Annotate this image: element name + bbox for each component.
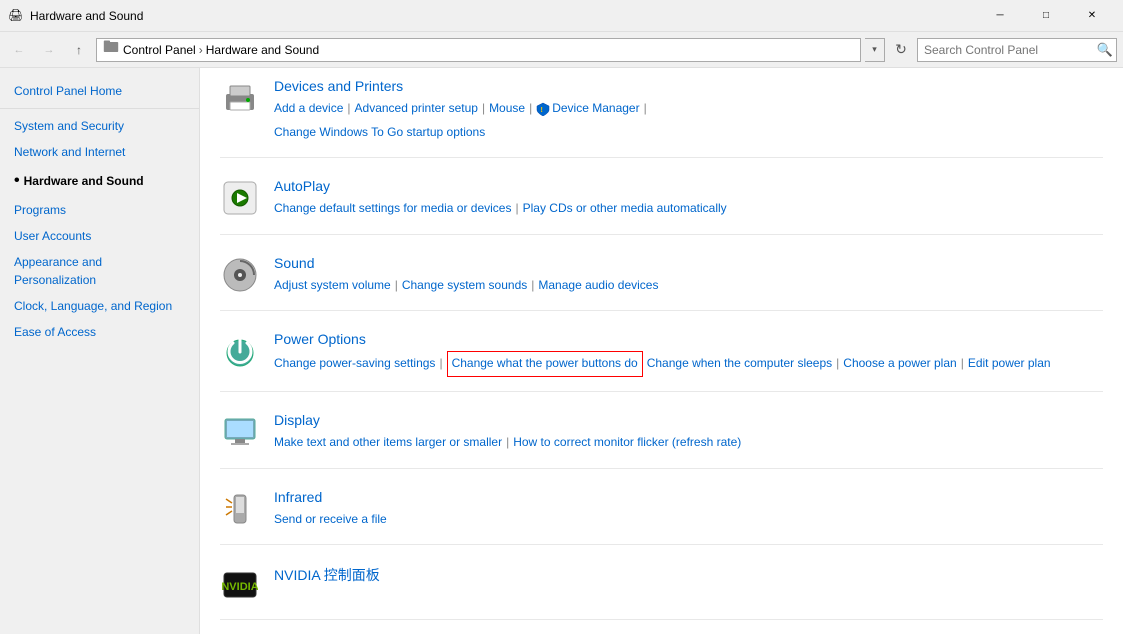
display-links: Make text and other items larger or smal…	[274, 432, 1103, 454]
manage-audio-devices-link[interactable]: Manage audio devices	[538, 275, 658, 297]
svg-text:!: !	[541, 107, 543, 114]
forward-button[interactable]: →	[36, 38, 62, 62]
play-cds-link[interactable]: Play CDs or other media automatically	[523, 198, 727, 220]
power-options-title[interactable]: Power Options	[274, 331, 1103, 347]
search-box[interactable]: 🔍	[917, 38, 1117, 62]
titlebar-controls: ─ □ ✕	[977, 0, 1115, 32]
devices-printers-links: Add a device | Advanced printer setup | …	[274, 98, 1103, 143]
address-box[interactable]: 🖿 Control Panel › Hardware and Sound	[96, 38, 861, 62]
autoplay-title[interactable]: AutoPlay	[274, 178, 1103, 194]
titlebar-icon: 🖨	[8, 8, 24, 24]
power-options-links: Change power-saving settings | Change wh…	[274, 351, 1103, 377]
sound-title[interactable]: Sound	[274, 255, 1103, 271]
content-area: Devices and Printers Add a device | Adva…	[200, 68, 1123, 634]
section-sound: Sound Adjust system volume | Change syst…	[220, 255, 1103, 312]
up-button[interactable]: ↑	[66, 38, 92, 62]
change-sleep-link[interactable]: Change when the computer sleeps	[647, 353, 832, 375]
sidebar-item-network-internet[interactable]: Network and Internet	[0, 139, 199, 165]
device-manager-link[interactable]: Device Manager	[552, 98, 639, 120]
address-control-panel[interactable]: Control Panel	[123, 43, 196, 57]
change-power-saving-link[interactable]: Change power-saving settings	[274, 353, 435, 375]
choose-power-plan-link[interactable]: Choose a power plan	[843, 353, 956, 375]
change-default-settings-link[interactable]: Change default settings for media or dev…	[274, 198, 511, 220]
power-options-body: Power Options Change power-saving settin…	[274, 331, 1103, 377]
nvidia-body: NVIDIA 控制面板	[274, 565, 1103, 589]
sidebar-item-control-panel-home[interactable]: Control Panel Home	[0, 78, 199, 104]
sidebar-item-appearance[interactable]: Appearance and Personalization	[0, 249, 199, 293]
sidebar-divider-1	[0, 108, 199, 109]
sidebar: Control Panel Home System and Security N…	[0, 68, 200, 634]
change-power-buttons-link[interactable]: Change what the power buttons do	[447, 351, 643, 377]
infrared-body: Infrared Send or receive a file	[274, 489, 1103, 531]
sidebar-item-user-accounts[interactable]: User Accounts	[0, 223, 199, 249]
main-layout: Control Panel Home System and Security N…	[0, 68, 1123, 634]
folder-icon: 🖿	[103, 36, 119, 63]
sidebar-item-ease[interactable]: Ease of Access	[0, 319, 199, 345]
display-title[interactable]: Display	[274, 412, 1103, 428]
add-device-link[interactable]: Add a device	[274, 98, 343, 120]
addressbar: ← → ↑ 🖿 Control Panel › Hardware and Sou…	[0, 32, 1123, 68]
svg-text:NVIDIA: NVIDIA	[222, 581, 258, 593]
search-icon[interactable]: 🔍	[1094, 39, 1116, 61]
display-icon	[220, 412, 260, 452]
sound-body: Sound Adjust system volume | Change syst…	[274, 255, 1103, 297]
section-infrared: Infrared Send or receive a file	[220, 489, 1103, 546]
edit-power-plan-link[interactable]: Edit power plan	[968, 353, 1051, 375]
titlebar-title: Hardware and Sound	[30, 9, 977, 23]
close-button[interactable]: ✕	[1069, 0, 1115, 32]
sound-links: Adjust system volume | Change system sou…	[274, 275, 1103, 297]
autoplay-body: AutoPlay Change default settings for med…	[274, 178, 1103, 220]
shield-icon: !	[536, 102, 550, 116]
sidebar-item-hardware-sound[interactable]: Hardware and Sound	[0, 165, 199, 197]
adjust-volume-link[interactable]: Adjust system volume	[274, 275, 391, 297]
display-body: Display Make text and other items larger…	[274, 412, 1103, 454]
nvidia-title[interactable]: NVIDIA 控制面板	[274, 565, 1103, 585]
advanced-printer-setup-link[interactable]: Advanced printer setup	[355, 98, 478, 120]
make-text-larger-link[interactable]: Make text and other items larger or smal…	[274, 432, 502, 454]
sound-icon	[220, 255, 260, 295]
autoplay-icon	[220, 178, 260, 218]
maximize-button[interactable]: □	[1023, 0, 1069, 32]
refresh-button[interactable]: ↻	[889, 38, 913, 62]
search-input[interactable]	[918, 43, 1094, 57]
devices-printers-body: Devices and Printers Add a device | Adva…	[274, 78, 1103, 143]
mouse-link[interactable]: Mouse	[489, 98, 525, 120]
sidebar-item-programs[interactable]: Programs	[0, 197, 199, 223]
titlebar: 🖨 Hardware and Sound ─ □ ✕	[0, 0, 1123, 32]
windows-to-go-link[interactable]: Change Windows To Go startup options	[274, 122, 1103, 144]
section-power-options: Power Options Change power-saving settin…	[220, 331, 1103, 392]
change-system-sounds-link[interactable]: Change system sounds	[402, 275, 527, 297]
section-devices-printers: Devices and Printers Add a device | Adva…	[220, 78, 1103, 158]
infrared-icon	[220, 489, 260, 529]
address-hardware-sound[interactable]: Hardware and Sound	[206, 43, 319, 57]
back-button[interactable]: ←	[6, 38, 32, 62]
infrared-links: Send or receive a file	[274, 509, 1103, 531]
address-dropdown[interactable]: ▾	[865, 38, 885, 62]
infrared-title[interactable]: Infrared	[274, 489, 1103, 505]
devices-printers-icon	[220, 78, 260, 118]
section-display: Display Make text and other items larger…	[220, 412, 1103, 469]
power-options-icon	[220, 331, 260, 371]
section-autoplay: AutoPlay Change default settings for med…	[220, 178, 1103, 235]
autoplay-links: Change default settings for media or dev…	[274, 198, 1103, 220]
sidebar-item-system-security[interactable]: System and Security	[0, 113, 199, 139]
correct-flicker-link[interactable]: How to correct monitor flicker (refresh …	[513, 432, 741, 454]
devices-printers-title[interactable]: Devices and Printers	[274, 78, 1103, 94]
send-receive-file-link[interactable]: Send or receive a file	[274, 509, 387, 531]
minimize-button[interactable]: ─	[977, 0, 1023, 32]
sidebar-item-clock[interactable]: Clock, Language, and Region	[0, 293, 199, 319]
section-nvidia: NVIDIA NVIDIA 控制面板	[220, 565, 1103, 620]
nvidia-icon: NVIDIA	[220, 565, 260, 605]
